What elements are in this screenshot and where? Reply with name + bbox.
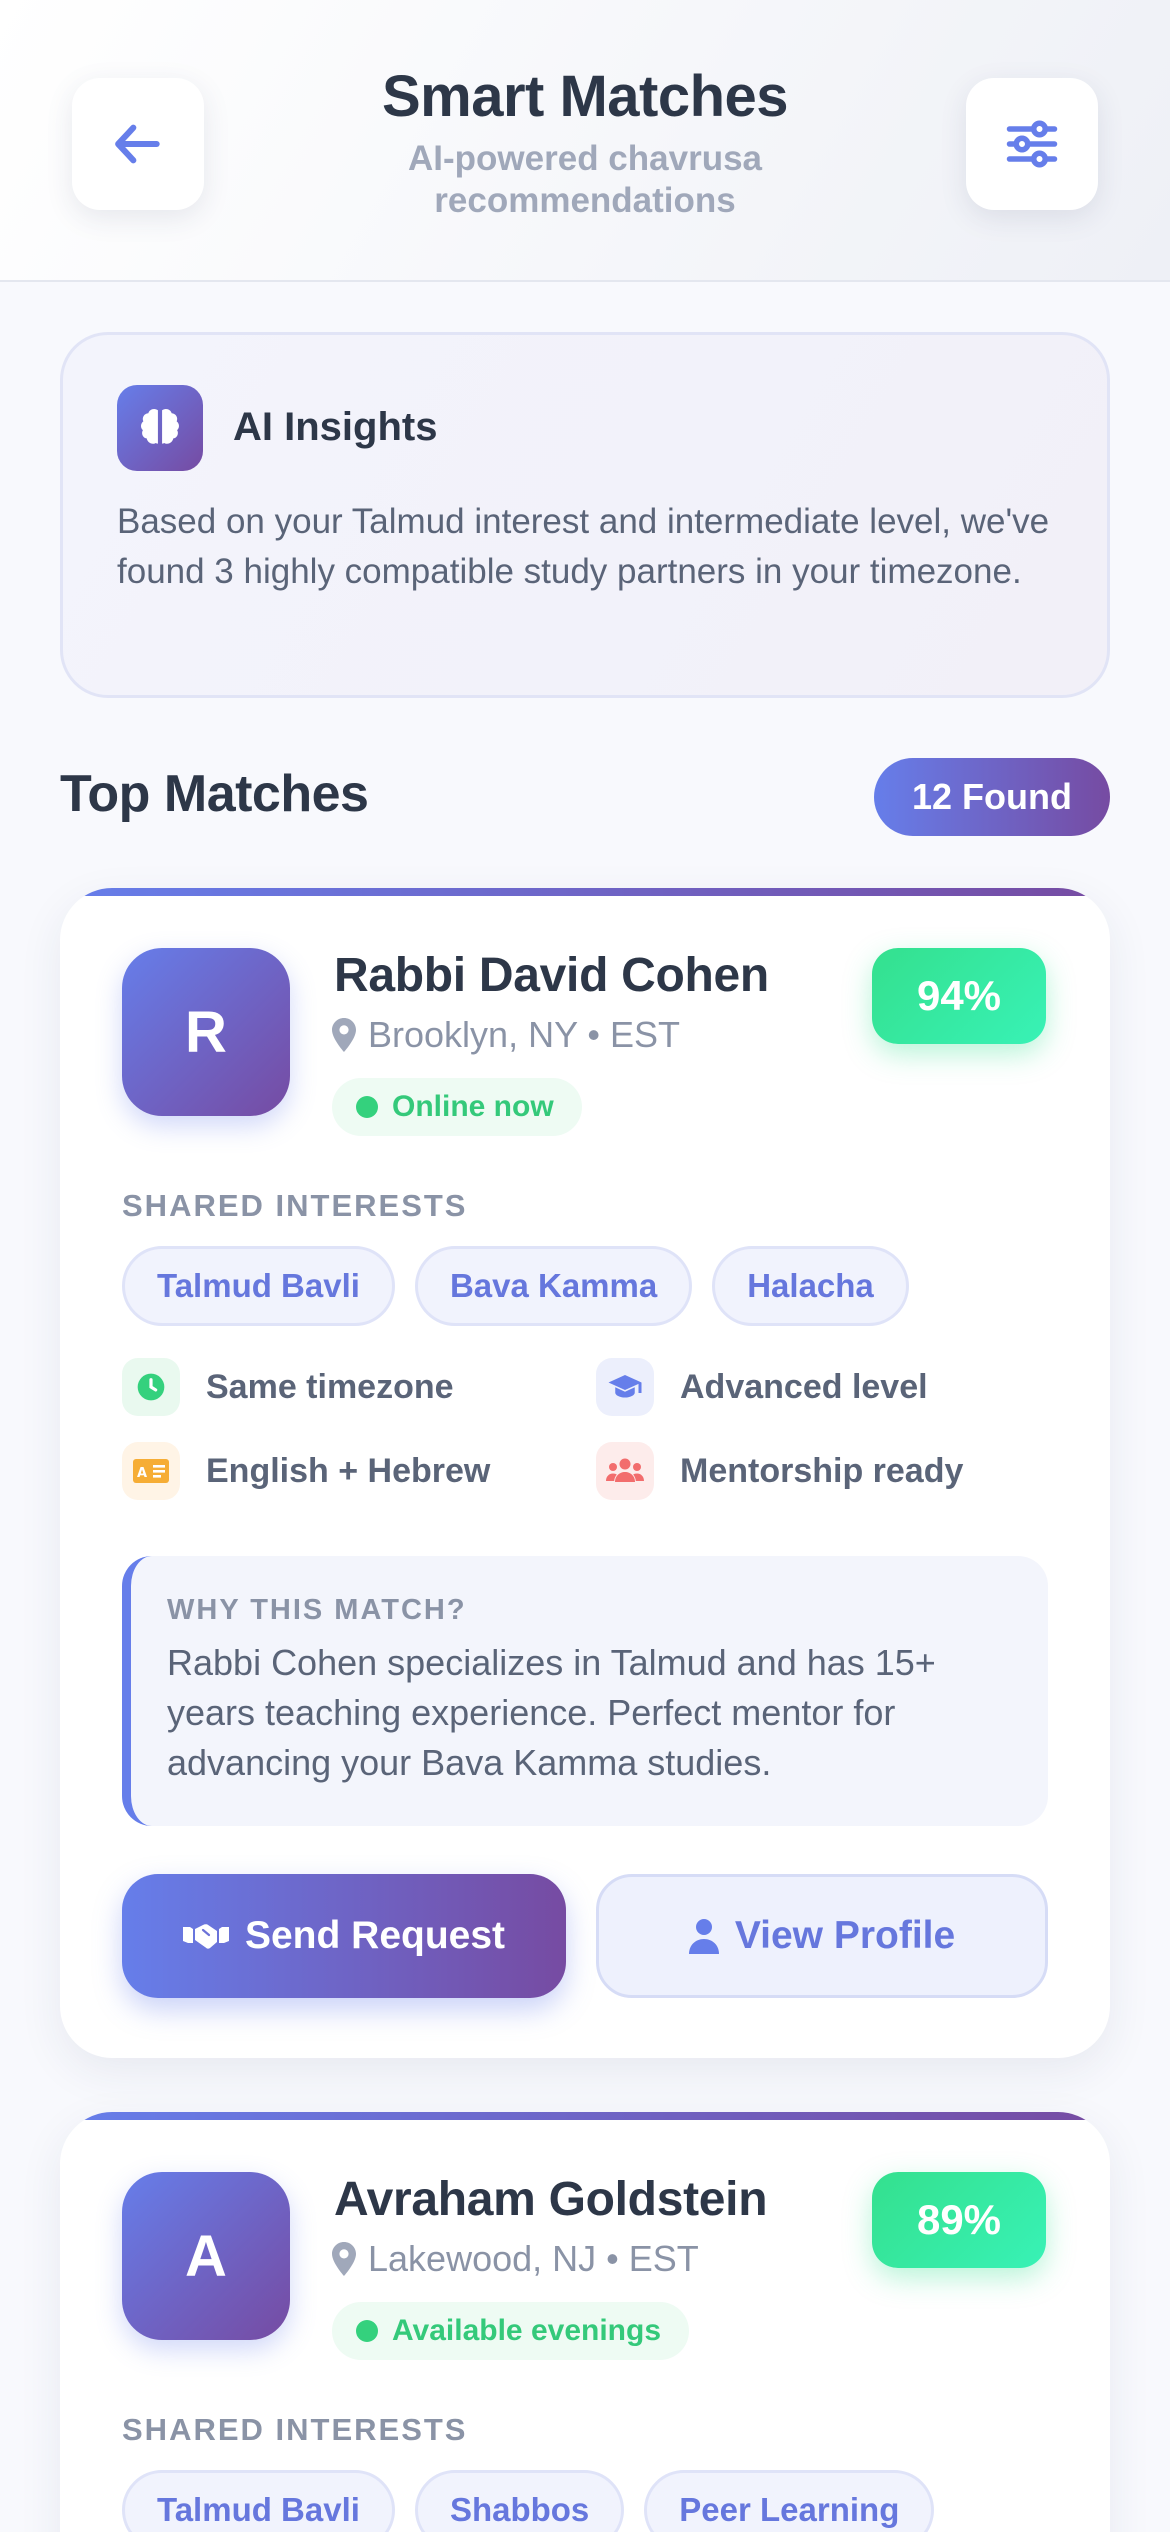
match-card[interactable]: R Rabbi David Cohen Brooklyn, NY • EST O… (60, 888, 1110, 2058)
match-reason-label: WHY THIS MATCH? (167, 1594, 467, 1626)
insights-title: AI Insights (233, 405, 438, 449)
insights-text: Based on your Talmud interest and interm… (117, 502, 1050, 591)
match-location: Brooklyn, NY • EST (332, 1014, 680, 1056)
feature-item: Mentorship ready (596, 1442, 963, 1500)
back-button[interactable] (72, 78, 204, 210)
match-card[interactable]: A Avraham Goldstein Lakewood, NJ • EST A… (60, 2112, 1110, 2532)
match-location-text: Brooklyn, NY • EST (368, 1014, 681, 1055)
page-title: Smart Matches (381, 64, 789, 129)
card-accent-bar (60, 2112, 1110, 2120)
match-score-badge: 89% (872, 2172, 1046, 2268)
brain-icon (117, 385, 203, 471)
avatar: R (122, 948, 290, 1116)
shared-interests-label: SHARED INTERESTS (122, 2412, 468, 2447)
shared-interests-label: SHARED INTERESTS (122, 1188, 468, 1223)
status-badge: Online now (332, 1078, 582, 1136)
match-location: Lakewood, NJ • EST (332, 2238, 699, 2280)
section-title: Top Matches (60, 765, 369, 823)
language-icon: A (122, 1442, 180, 1500)
clock-icon (122, 1358, 180, 1416)
status-dot-icon (356, 2320, 378, 2342)
interest-tags: Talmud Bavli Bava Kamma Halacha (122, 1246, 909, 1326)
view-profile-button[interactable]: View Profile (596, 1874, 1048, 1998)
view-profile-label: View Profile (734, 1914, 956, 1957)
map-pin-icon (332, 2242, 356, 2276)
map-pin-icon (332, 1018, 356, 1052)
arrow-left-icon (115, 124, 160, 164)
feature-item: A English + Hebrew (122, 1442, 490, 1500)
match-name[interactable]: Avraham Goldstein (334, 2172, 768, 2227)
app-header: Smart Matches AI-powered chavrusa recomm… (0, 0, 1170, 282)
sliders-icon (1006, 120, 1058, 168)
handshake-icon (182, 1924, 229, 1949)
interest-tag: Talmud Bavli (122, 1246, 395, 1326)
interest-tag: Bava Kamma (414, 1246, 693, 1326)
page-subtitle-line1: AI-powered chavrusa (408, 139, 762, 178)
svg-text:A: A (137, 1466, 147, 1481)
match-name[interactable]: Rabbi David Cohen (334, 948, 769, 1003)
graduation-cap-icon (596, 1358, 654, 1416)
feature-label: English + Hebrew (206, 1451, 491, 1490)
header-title-group: Smart Matches AI-powered chavrusa recomm… (300, 62, 870, 222)
feature-label: Mentorship ready (680, 1451, 964, 1490)
ai-insights-card: AI Insights Based on your Talmud interes… (60, 332, 1110, 698)
interest-tag: Peer Learning (644, 2470, 935, 2532)
card-accent-bar (60, 888, 1110, 896)
interest-tags: Talmud Bavli Shabbos Peer Learning (122, 2470, 935, 2532)
send-request-button[interactable]: Send Request (122, 1874, 566, 1998)
results-count-badge: 12 Found (874, 758, 1110, 836)
page-subtitle-line2: recommendations (434, 181, 736, 220)
status-badge: Available evenings (332, 2302, 690, 2360)
match-reason-box: WHY THIS MATCH? Rabbi Cohen specializes … (122, 1556, 1048, 1826)
interest-tag: Halacha (712, 1246, 909, 1326)
feature-label: Same timezone (206, 1367, 454, 1406)
feature-item: Same timezone (122, 1358, 454, 1416)
filter-button[interactable] (966, 78, 1098, 210)
feature-item: Advanced level (596, 1358, 928, 1416)
match-location-text: Lakewood, NJ • EST (368, 2238, 699, 2279)
send-request-label: Send Request (244, 1914, 506, 1957)
users-icon (596, 1442, 654, 1500)
user-icon (688, 1919, 719, 1954)
match-reason-text: Rabbi Cohen specializes in Talmud and ha… (167, 1642, 936, 1783)
avatar: A (122, 2172, 290, 2340)
status-dot-icon (356, 1096, 378, 1118)
match-score-badge: 94% (872, 948, 1046, 1044)
interest-tag: Shabbos (414, 2470, 625, 2532)
feature-label: Advanced level (680, 1367, 928, 1406)
status-text: Online now (392, 1090, 554, 1123)
interest-tag: Talmud Bavli (122, 2470, 395, 2532)
status-text: Available evenings (392, 2314, 662, 2347)
